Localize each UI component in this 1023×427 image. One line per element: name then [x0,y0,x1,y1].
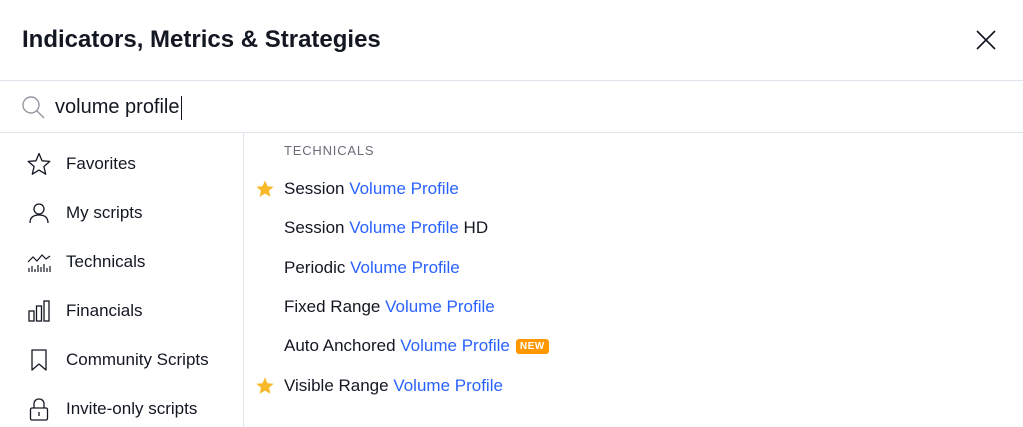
result-item[interactable]: Visible Range Volume Profile [244,368,1023,404]
sidebar-item-financials[interactable]: Financials [0,291,243,331]
result-item[interactable]: Auto Anchored Volume Profile NEW [244,328,1023,364]
search-match: Volume Profile [393,376,503,395]
category-sidebar: Favorites My scripts Technicals Financia… [0,133,244,427]
search-input[interactable] [55,91,655,123]
text-caret [181,96,182,120]
result-label: Periodic Volume Profile [284,258,460,277]
result-label: Session Volume Profile HD [284,218,489,237]
search-match: Volume Profile [385,297,495,316]
lock-icon [29,398,49,421]
sidebar-item-invite-only-scripts[interactable]: Invite-only scripts [0,389,243,427]
result-label: Auto Anchored Volume Profile NEW [284,336,549,356]
favorite-star-icon[interactable] [255,376,275,396]
result-label: Fixed Range Volume Profile [284,297,495,316]
close-button[interactable] [970,24,1002,56]
result-item[interactable]: Periodic Volume Profile [244,250,1023,286]
sidebar-item-technicals[interactable]: Technicals [0,242,243,282]
search-match: Volume Profile [350,258,460,277]
sidebar-item-label: Technicals [66,252,146,271]
sidebar-item-label: Financials [66,301,143,320]
favorite-star-icon[interactable] [255,179,275,199]
indicators-dialog: Indicators, Metrics & Strategies Favorit… [0,0,1023,427]
result-label: Session Volume Profile [284,179,459,198]
search-match: Volume Profile [349,179,459,198]
result-item[interactable]: Session Volume Profile [244,171,1023,207]
dialog-header: Indicators, Metrics & Strategies [0,0,1023,81]
result-item[interactable]: Fixed Range Volume Profile [244,289,1023,325]
search-bar [0,81,1023,133]
bar-chart-icon [28,300,50,322]
sidebar-item-label: My scripts [66,203,143,222]
section-heading: TECHNICALS [284,143,375,158]
result-label: Visible Range Volume Profile [284,376,503,395]
sidebar-item-favorites[interactable]: Favorites [0,144,243,184]
sidebar-item-community-scripts[interactable]: Community Scripts [0,340,243,380]
search-match: Volume Profile [349,218,459,237]
bookmark-icon [31,349,47,371]
search-match: Volume Profile [400,336,510,355]
sidebar-item-label: Invite-only scripts [66,399,198,418]
sidebar-item-label: Community Scripts [66,350,209,369]
search-icon [22,96,45,119]
close-icon [976,30,996,50]
technicals-chart-icon [27,254,51,272]
new-badge: NEW [515,339,549,354]
dialog-title: Indicators, Metrics & Strategies [22,26,381,53]
user-icon [29,203,49,224]
star-outline-icon [27,152,51,175]
sidebar-item-my-scripts[interactable]: My scripts [0,193,243,233]
results-panel: TECHNICALS Session Volume Profile Sessio… [244,133,1023,427]
sidebar-item-label: Favorites [66,154,136,173]
result-item[interactable]: Session Volume Profile HD [244,210,1023,246]
